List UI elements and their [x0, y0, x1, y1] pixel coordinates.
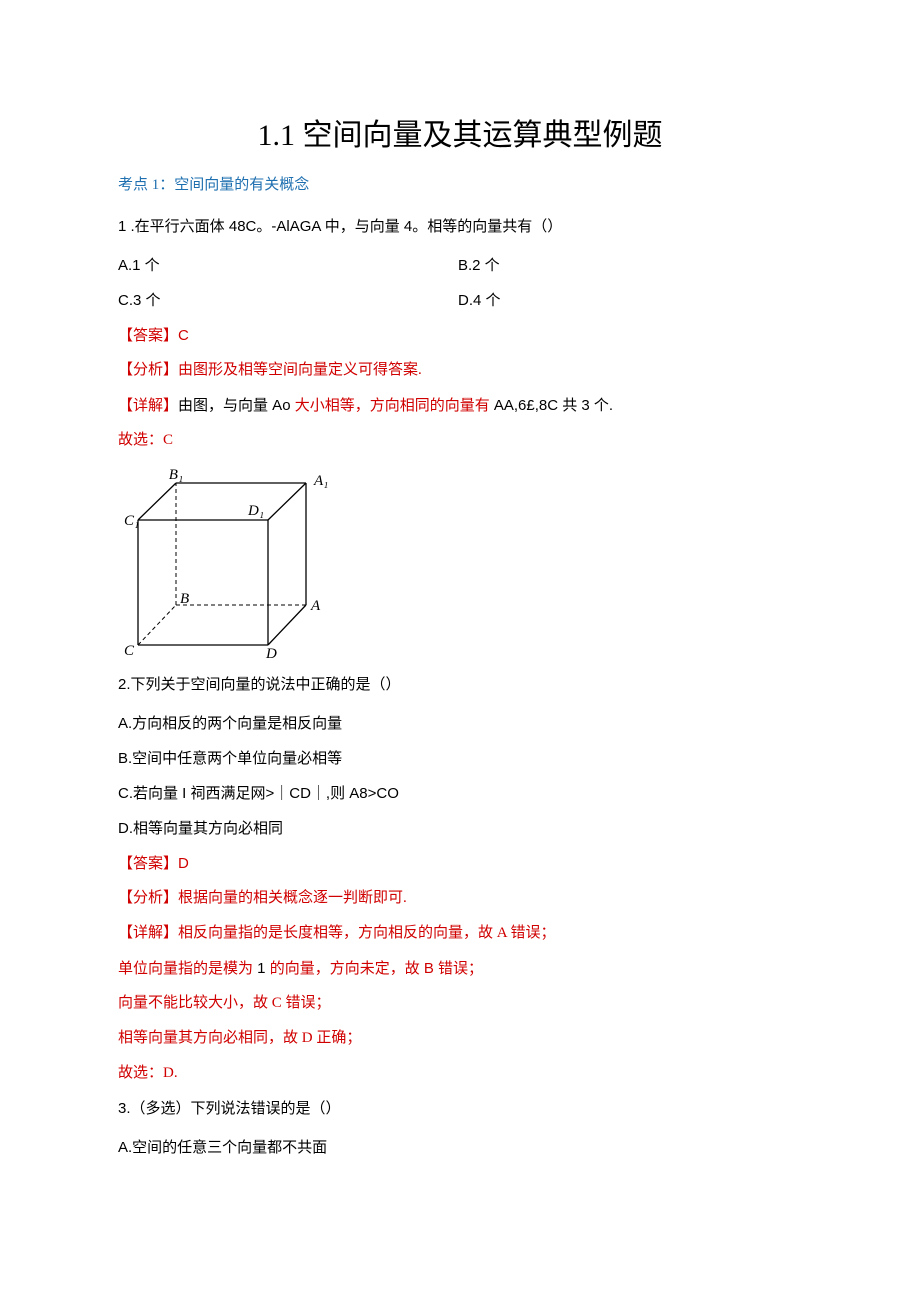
label-a: A [310, 598, 321, 614]
cube-svg: B₁ A₁ C₁ D₁ B A C D [118, 465, 328, 660]
q1-stem: 1 .在平行六面体 48C。-AlAGA 中，与向量 4。相等的向量共有（） [118, 216, 802, 237]
q1-options-row1: A.1 个 B.2 个 [118, 255, 802, 276]
q1-answer: 【答案】C [118, 325, 802, 346]
q3-option-a: A.空间的任意三个向量都不共面 [118, 1137, 802, 1158]
q1-option-c: C.3 个 [118, 290, 458, 311]
q2-option-d: D.相等向量其方向必相同 [118, 818, 802, 839]
q1-choose: 故选：C [118, 430, 802, 451]
q2-choose: 故选：D. [118, 1063, 802, 1084]
q2-option-b: B.空间中任意两个单位向量必相等 [118, 748, 802, 769]
q2-detail-c: 向量不能比较大小，故 C 错误； [118, 993, 802, 1014]
q1-detail: 【详解】由图，与向量 Ao 大小相等，方向相同的向量有 AA,6£,8C 共 3… [118, 395, 802, 416]
label-a1: A₁ [313, 473, 328, 489]
q2-option-c: C.若向量 I 祠西满足网>｜CD｜,则 A8>CO [118, 783, 802, 804]
q2-detail-b: 单位向量指的是模为 1 的向量，方向未定，故 B 错误； [118, 958, 802, 979]
label-c1: C₁ [124, 513, 139, 529]
q2-db-pre: 单位向量指的是模为 [118, 960, 257, 977]
topic-heading-1: 考点 1：空间向量的有关概念 [118, 175, 802, 196]
q1-detail-red-mid: 大小相等，方向相同的向量有 [295, 397, 494, 414]
label-d: D [265, 646, 277, 660]
doc-title: 1.1 空间向量及其运算典型例题 [118, 115, 802, 157]
q1-detail-tail: AA,6£,8C 共 3 个. [494, 397, 613, 414]
label-b1: B₁ [169, 467, 183, 483]
q2-db-num: 1 [257, 960, 270, 977]
q1-option-b: B.2 个 [458, 255, 500, 276]
label-d1: D₁ [247, 503, 264, 519]
q1-analysis: 【分析】由图形及相等空间向量定义可得答案. [118, 360, 802, 381]
q1-detail-tag: 【详解】 [118, 397, 178, 414]
label-c: C [124, 643, 135, 659]
q2-stem: 2.下列关于空间向量的说法中正确的是（） [118, 674, 802, 695]
q2-detail-d: 相等向量其方向必相同，故 D 正确； [118, 1028, 802, 1049]
q1-detail-black: 由图，与向量 Ao [178, 397, 295, 414]
cube-figure: B₁ A₁ C₁ D₁ B A C D [118, 465, 802, 660]
q1-option-a: A.1 个 [118, 255, 458, 276]
q2-analysis: 【分析】根据向量的相关概念逐一判断即可. [118, 888, 802, 909]
label-b: B [180, 591, 189, 607]
q3-stem: 3.（多选）下列说法错误的是（） [118, 1098, 802, 1119]
q1-option-d: D.4 个 [458, 290, 501, 311]
q2-db-post: 的向量，方向未定，故 B 错误； [270, 960, 483, 977]
q2-option-a: A.方向相反的两个向量是相反向量 [118, 713, 802, 734]
q2-answer: 【答案】D [118, 853, 802, 874]
q2-detail-a: 【详解】相反向量指的是长度相等，方向相反的向量，故 A 错误； [118, 923, 802, 944]
q1-options-row2: C.3 个 D.4 个 [118, 290, 802, 311]
